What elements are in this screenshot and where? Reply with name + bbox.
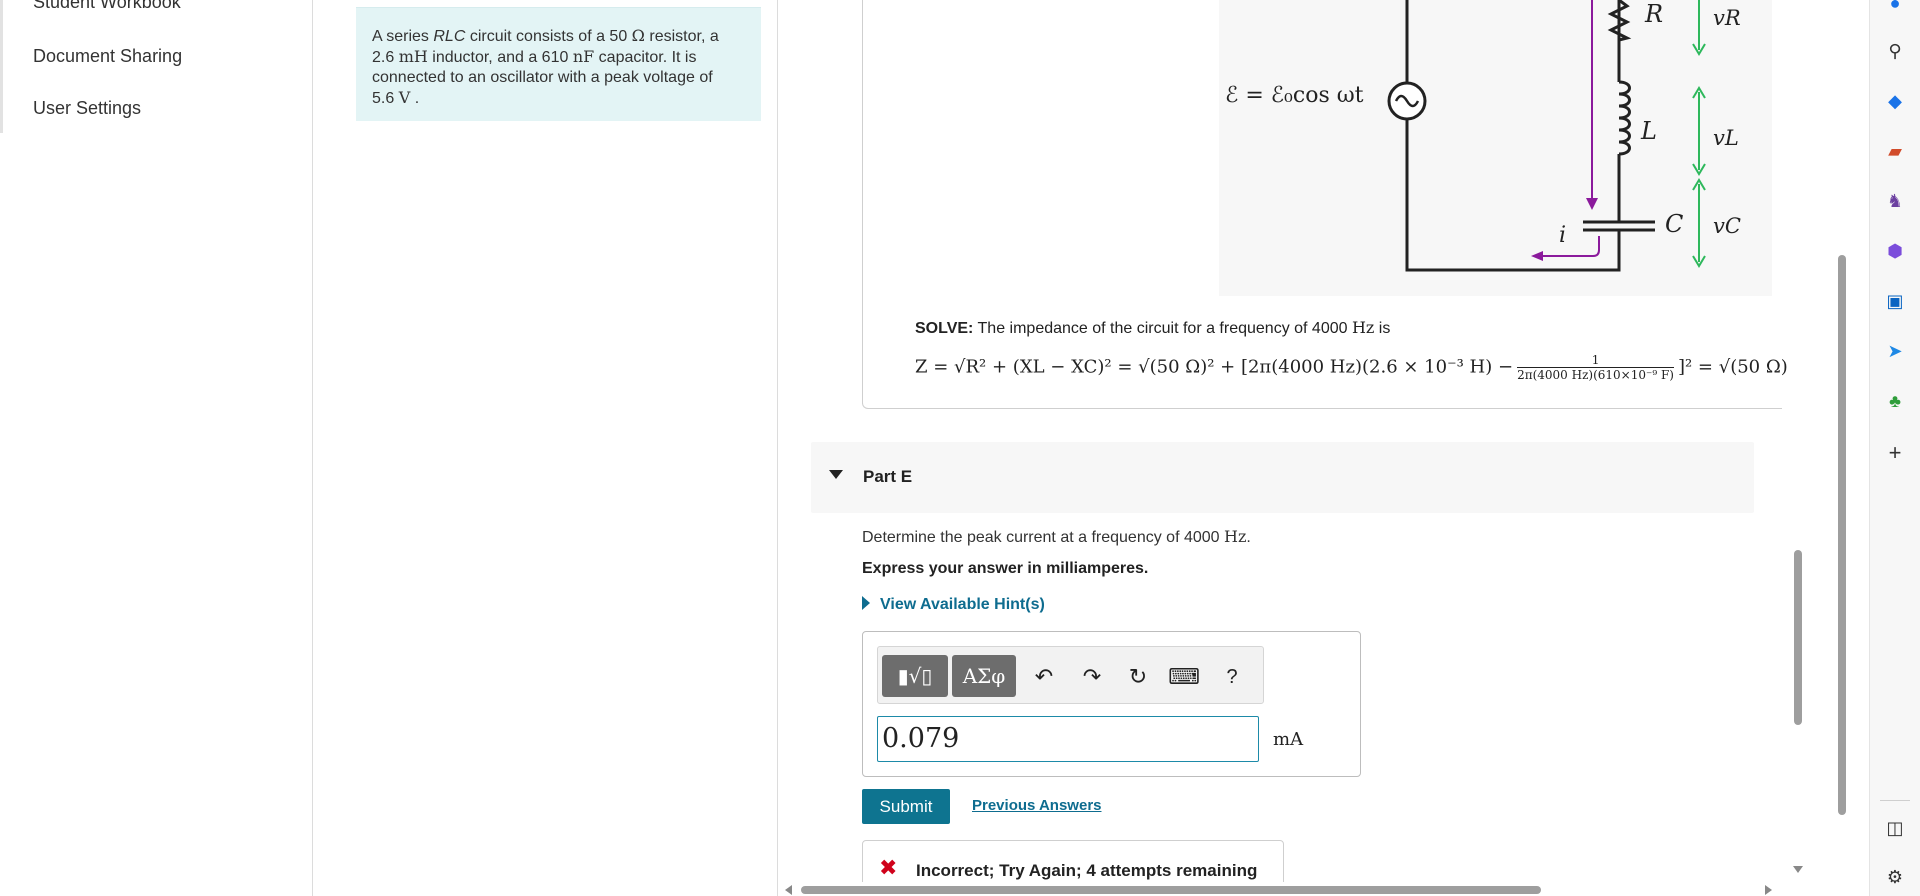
- inductor-label: L: [1641, 117, 1657, 145]
- nf-unit: nF: [572, 47, 595, 66]
- problem-text: A series: [372, 28, 434, 45]
- impedance-equation: Z = √R² + (XL − XC)² = √(50 Ω)² + [2π(40…: [915, 353, 1787, 382]
- undo-icon[interactable]: ↶: [1030, 663, 1058, 691]
- problem-text: resistor, a: [644, 28, 719, 45]
- hz-unit: Hz: [1351, 318, 1375, 337]
- answer-unit: mA: [1273, 729, 1304, 750]
- problem-text: 2.6: [372, 49, 399, 66]
- emf-label: ℰ = ℰ₀cos ωt: [1225, 83, 1364, 108]
- equation-part: ]² = √(50 Ω)²: [1677, 356, 1787, 378]
- outlook-icon[interactable]: ▣: [1882, 288, 1908, 314]
- view-hints-link[interactable]: View Available Hint(s): [862, 596, 1045, 614]
- part-e-header[interactable]: Part E: [811, 442, 1754, 513]
- scroll-left-icon[interactable]: [785, 885, 792, 895]
- vr-label: vR: [1713, 6, 1741, 30]
- templates-button[interactable]: ▮√▯: [882, 655, 948, 697]
- rlc-circuit-diagram: [1387, 0, 1706, 272]
- vl-label: vL: [1713, 126, 1739, 150]
- content-scrollbar[interactable]: [1792, 0, 1804, 886]
- mh-unit: mH: [398, 47, 428, 66]
- feedback-text: Incorrect; Try Again; 4 attempts remaini…: [916, 861, 1258, 880]
- help-icon[interactable]: ?: [1218, 663, 1246, 691]
- problem-text: circuit consists of a 50: [465, 28, 632, 45]
- expand-triangle-icon: [862, 596, 870, 610]
- problem-statement: A series RLC circuit consists of a 50 Ω …: [356, 7, 761, 121]
- feedback-message: ✖ Incorrect; Try Again; 4 attempts remai…: [862, 840, 1284, 886]
- solve-statement: SOLVE: The impedance of the circuit for …: [915, 318, 1390, 338]
- volt-unit: V: [398, 88, 411, 107]
- problem-text: connected to an oscillator with a peak v…: [372, 69, 713, 86]
- problem-text: 5.6: [372, 90, 399, 107]
- tree-icon[interactable]: ♣: [1882, 388, 1908, 414]
- scroll-down-icon[interactable]: [1793, 866, 1803, 873]
- problem-rlc: RLC: [433, 28, 466, 45]
- split-view-icon[interactable]: ◫: [1882, 815, 1908, 841]
- question-part: .: [1246, 529, 1251, 546]
- bell-icon[interactable]: ●: [1882, 0, 1908, 16]
- question-part: Determine the peak current at a frequenc…: [862, 529, 1224, 546]
- settings-gear-icon[interactable]: ⚙: [1882, 864, 1908, 890]
- part-title: Part E: [863, 467, 913, 486]
- toolbox-icon[interactable]: ▰: [1882, 138, 1908, 164]
- question-text: Determine the peak current at a frequenc…: [862, 527, 1251, 547]
- send-icon[interactable]: ➤: [1882, 338, 1908, 364]
- problem-text: inductor, and a 610: [427, 49, 573, 66]
- tag-icon[interactable]: ◆: [1882, 88, 1908, 114]
- scroll-right-icon[interactable]: [1765, 885, 1772, 895]
- circuit-figure: ℰ = ℰ₀cos ωt R L C i vR vL vC: [1219, 0, 1772, 296]
- capacitor-label: C: [1665, 210, 1684, 238]
- problem-pane: A series RLC circuit consists of a 50 Ω …: [314, 0, 778, 896]
- main-content: ℰ = ℰ₀cos ωt R L C i vR vL vC SOLVE: The…: [779, 0, 1787, 886]
- scroll-thumb[interactable]: [801, 886, 1541, 894]
- hz-unit: Hz: [1224, 527, 1247, 546]
- solve-text: The impedance of the circuit for a frequ…: [973, 320, 1352, 337]
- copilot-icon[interactable]: ⬢: [1882, 238, 1908, 264]
- redo-icon[interactable]: ↷: [1078, 663, 1106, 691]
- previous-answers-link[interactable]: Previous Answers: [972, 797, 1102, 814]
- answer-instruction: Express your answer in milliamperes.: [862, 560, 1149, 577]
- nav-item-student-workbook[interactable]: Student Workbook: [33, 0, 181, 13]
- problem-text: capacitor. It is: [594, 49, 697, 66]
- scroll-thumb[interactable]: [1838, 255, 1846, 815]
- vc-label: vC: [1713, 214, 1741, 238]
- symbols-button[interactable]: ΑΣφ: [952, 655, 1016, 697]
- equation-fraction: 1 2π(4000 Hz)(610×10⁻⁹ F): [1517, 353, 1674, 382]
- chess-icon[interactable]: ♞: [1882, 188, 1908, 214]
- hint-label: View Available Hint(s): [880, 596, 1045, 613]
- nav-item-document-sharing[interactable]: Document Sharing: [33, 46, 182, 67]
- problem-text: .: [410, 90, 420, 107]
- fraction-numerator: 1: [1517, 353, 1674, 368]
- incorrect-icon: ✖: [879, 855, 898, 880]
- page-scrollbar[interactable]: [1836, 0, 1848, 896]
- submit-button[interactable]: Submit: [862, 789, 950, 824]
- ohm-unit: Ω: [631, 26, 645, 45]
- left-nav: Student Workbook Document Sharing User S…: [0, 0, 313, 896]
- app-root: Student Workbook Document Sharing User S…: [0, 0, 1920, 896]
- equation-part: Z = √R² + (XL − XC)² = √(50 Ω)² + [2π(40…: [915, 356, 1514, 378]
- solve-end: is: [1374, 320, 1391, 337]
- solution-panel: ℰ = ℰ₀cos ωt R L C i vR vL vC SOLVE: The…: [862, 0, 1787, 409]
- answer-box: ▮√▯ ΑΣφ ↶ ↷ ↻ ⌨ ? 0.079 mA: [862, 631, 1361, 777]
- browser-sidebar: ● ⚲ ◆ ▰ ♞ ⬢ ▣ ➤ ♣ + ◫ ⚙: [1869, 0, 1920, 896]
- answer-input[interactable]: 0.079: [877, 716, 1259, 762]
- math-toolbar: ▮√▯ ΑΣφ ↶ ↷ ↻ ⌨ ?: [877, 646, 1264, 704]
- keyboard-icon[interactable]: ⌨: [1168, 663, 1200, 691]
- horizontal-scrollbar[interactable]: [779, 882, 1779, 896]
- sidebar-divider: [1880, 800, 1910, 801]
- resistor-label: R: [1645, 0, 1664, 28]
- add-icon[interactable]: +: [1882, 440, 1908, 466]
- current-label: i: [1559, 223, 1567, 248]
- search-icon[interactable]: ⚲: [1882, 38, 1908, 64]
- nav-divider: [0, 0, 3, 133]
- solve-label: SOLVE:: [915, 320, 974, 337]
- reset-icon[interactable]: ↻: [1124, 663, 1152, 691]
- fraction-denominator: 2π(4000 Hz)(610×10⁻⁹ F): [1517, 368, 1674, 382]
- collapse-caret-icon[interactable]: [829, 470, 843, 479]
- scroll-thumb[interactable]: [1794, 550, 1802, 725]
- nav-item-user-settings[interactable]: User Settings: [33, 98, 141, 119]
